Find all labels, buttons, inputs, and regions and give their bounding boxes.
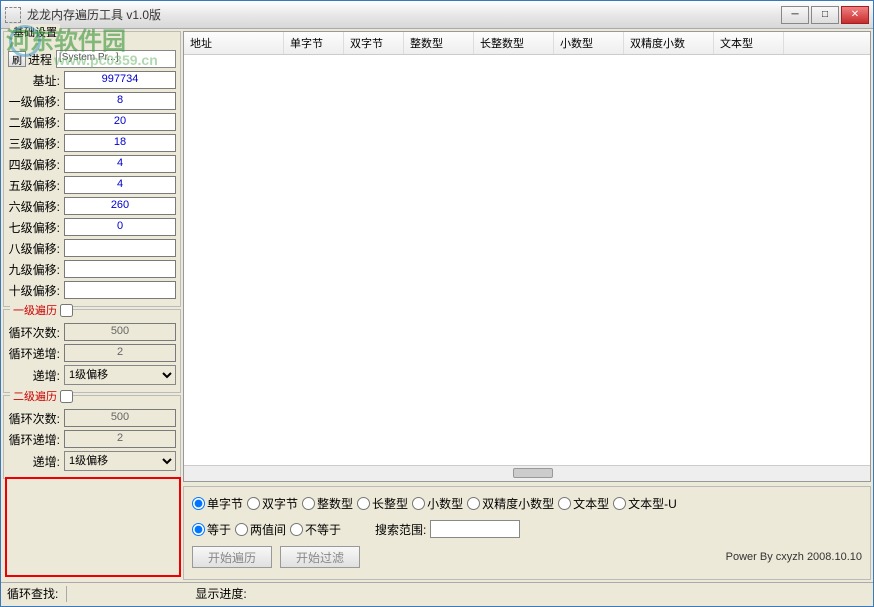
titlebar: 龙龙内存遍历工具 v1.0版 ─ □ ✕ [1,1,873,29]
type-radio-6[interactable]: 文本型 [558,495,609,512]
loop-count-input[interactable]: 500 [64,409,176,427]
offset-input[interactable]: 260 [64,197,176,215]
offset-input[interactable]: 4 [64,176,176,194]
offset-label: 七级偏移: [8,219,64,236]
status-progress-label: 显示进度: [195,585,246,602]
loop-count-input[interactable]: 500 [64,323,176,341]
search-group: 单字节双字节整数型长整型小数型双精度小数型文本型文本型-U 等于两值间不等于 搜索… [183,486,871,580]
offset-input[interactable] [64,260,176,278]
close-button[interactable]: ✕ [841,6,869,24]
level2-enable-checkbox[interactable] [60,390,73,403]
column-header[interactable]: 长整数型 [474,32,554,54]
offset-label: 基址: [8,72,64,89]
offset-input[interactable]: 18 [64,134,176,152]
type-radio-4[interactable]: 小数型 [412,495,463,512]
watermark-logo [9,25,41,57]
table-header: 地址单字节双字节整数型长整数型小数型双精度小数文本型 [184,32,870,55]
loop-inc-label: 循环递增: [8,431,64,448]
offset-label: 十级偏移: [8,282,64,299]
horizontal-scrollbar[interactable] [184,465,870,481]
credit-text: Power By cxyzh 2008.10.10 [726,551,862,563]
offset-input[interactable]: 20 [64,113,176,131]
column-header[interactable]: 地址 [184,32,284,54]
offset-label: 一级偏移: [8,93,64,110]
table-body[interactable] [184,55,870,465]
offset-input[interactable]: 997734 [64,71,176,89]
offset-input[interactable]: 8 [64,92,176,110]
offset-input[interactable] [64,239,176,257]
offset-label: 四级偏移: [8,156,64,173]
step-label: 递增: [8,367,64,384]
column-header[interactable]: 文本型 [714,32,784,54]
type-radio-2[interactable]: 整数型 [302,495,353,512]
process-select[interactable]: [System Pr...] [56,50,176,68]
type-radio-0[interactable]: 单字节 [192,495,243,512]
maximize-button[interactable]: □ [811,6,839,24]
op-radio-0[interactable]: 等于 [192,521,231,538]
offset-label: 二级偏移: [8,114,64,131]
offset-label: 八级偏移: [8,240,64,257]
type-radio-5[interactable]: 双精度小数型 [467,495,554,512]
step-select[interactable]: 1级偏移 [64,451,176,471]
offset-input[interactable]: 4 [64,155,176,173]
offset-label: 五级偏移: [8,177,64,194]
level1-traverse-group: 一级遍历 循环次数:500 循环递增:2 递增:1级偏移 [3,309,181,393]
loop-inc-input[interactable]: 2 [64,344,176,362]
loop-count-label: 循环次数: [8,410,64,427]
type-radio-7[interactable]: 文本型-U [613,495,677,512]
offset-label: 六级偏移: [8,198,64,215]
level2-traverse-group: 二级遍历 循环次数:500 循环递增:2 递增:1级偏移 [3,395,181,479]
window-title: 龙龙内存遍历工具 v1.0版 [27,6,781,23]
offset-label: 九级偏移: [8,261,64,278]
start-traverse-button[interactable]: 开始遍历 [192,546,272,568]
base-settings-group: 基础设置 刷 进程 [System Pr...] 基址:997734一级偏移:8… [3,31,181,307]
minimize-button[interactable]: ─ [781,6,809,24]
column-header[interactable]: 双字节 [344,32,404,54]
status-find-label: 循环查找: [7,585,58,602]
type-radio-1[interactable]: 双字节 [247,495,298,512]
loop-count-label: 循环次数: [8,324,64,341]
statusbar: 循环查找: 显示进度: [1,582,873,604]
group-title: 一级遍历 [10,302,60,318]
op-radio-2[interactable]: 不等于 [290,521,341,538]
step-label: 递增: [8,453,64,470]
range-input[interactable] [430,520,520,538]
range-label: 搜索范围: [375,521,426,538]
loop-inc-label: 循环递增: [8,345,64,362]
offset-input[interactable] [64,281,176,299]
offset-label: 三级偏移: [8,135,64,152]
column-header[interactable]: 小数型 [554,32,624,54]
column-header[interactable]: 单字节 [284,32,344,54]
op-radio-1[interactable]: 两值间 [235,521,286,538]
column-header[interactable]: 整数型 [404,32,474,54]
results-table: 地址单字节双字节整数型长整数型小数型双精度小数文本型 [183,31,871,482]
step-select[interactable]: 1级偏移 [64,365,176,385]
group-title: 二级遍历 [10,388,60,404]
offset-input[interactable]: 0 [64,218,176,236]
column-header[interactable]: 双精度小数 [624,32,714,54]
level1-enable-checkbox[interactable] [60,304,73,317]
type-radio-3[interactable]: 长整型 [357,495,408,512]
start-filter-button[interactable]: 开始过滤 [280,546,360,568]
loop-inc-input[interactable]: 2 [64,430,176,448]
app-icon [5,7,21,23]
